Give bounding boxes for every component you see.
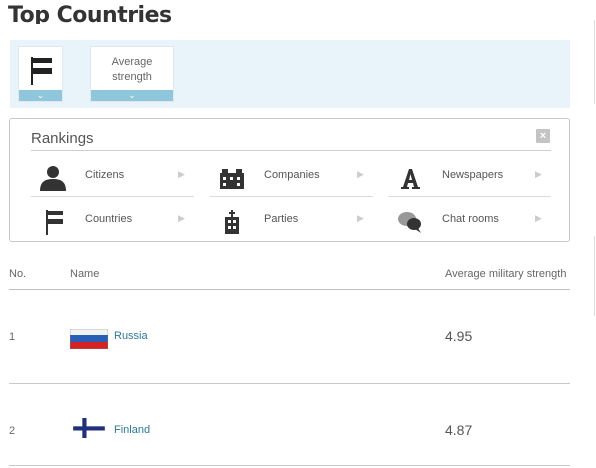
rankings-item-label: Companies: [264, 169, 320, 181]
column-header-value[interactable]: Average military strength: [445, 268, 566, 280]
rankings-item-chat-rooms[interactable]: Chat rooms ▶: [388, 201, 551, 241]
russia-flag-icon: [70, 329, 108, 349]
rankings-item-newspapers[interactable]: Newspapers ▶: [388, 157, 551, 197]
rankings-item-label: Countries: [85, 213, 133, 225]
metric-filter-dropdown[interactable]: Average strength ⌄: [90, 46, 174, 102]
flag-icon: [46, 210, 63, 235]
row-rank: 1: [9, 331, 16, 343]
country-link[interactable]: Finland: [114, 424, 150, 436]
newspaper-icon: [401, 169, 420, 189]
arrow-right-icon: ▶: [357, 169, 364, 179]
rankings-item-label: Newspapers: [442, 169, 504, 181]
divider: [31, 150, 551, 151]
divider: [9, 289, 570, 290]
column-header-no: No.: [9, 268, 27, 280]
country-link[interactable]: Russia: [114, 330, 148, 342]
side-divider: [594, 236, 595, 316]
row-rank: 2: [9, 425, 16, 437]
rankings-title: Rankings: [31, 130, 94, 147]
rankings-item-label: Parties: [264, 213, 299, 225]
finland-flag-icon: [73, 418, 105, 438]
divider: [31, 196, 194, 197]
arrow-right-icon: ▶: [357, 213, 364, 223]
flag-icon: [31, 57, 52, 85]
column-header-name: Name: [70, 268, 100, 280]
close-icon[interactable]: ×: [536, 129, 550, 143]
arrow-right-icon: ▶: [535, 169, 542, 179]
parties-icon: [225, 210, 239, 234]
page-title: Top Countries: [8, 3, 172, 24]
divider: [210, 196, 373, 197]
country-filter-dropdown[interactable]: ⌄: [18, 46, 63, 102]
row-value: 4.87: [445, 422, 473, 438]
chevron-down-icon: ⌄: [91, 90, 173, 101]
rankings-item-parties[interactable]: Parties ▶: [210, 201, 373, 241]
rankings-item-companies[interactable]: Companies ▶: [210, 157, 373, 197]
filter-bar: ⌄ Average strength ⌄: [10, 40, 570, 108]
arrow-right-icon: ▶: [178, 169, 185, 179]
metric-filter-label: Average strength: [111, 56, 153, 83]
divider: [388, 196, 551, 197]
rankings-item-citizens[interactable]: Citizens ▶: [31, 157, 194, 197]
rankings-item-label: Chat rooms: [442, 213, 499, 225]
chat-icon: [398, 212, 421, 233]
companies-icon: [220, 169, 244, 189]
citizen-icon: [40, 166, 66, 191]
divider: [9, 383, 570, 384]
arrow-right-icon: ▶: [178, 213, 185, 223]
chevron-down-icon: ⌄: [19, 90, 62, 101]
arrow-right-icon: ▶: [535, 213, 542, 223]
row-value: 4.95: [445, 328, 473, 344]
rankings-item-countries[interactable]: Countries ▶: [31, 201, 194, 241]
rankings-panel: Rankings × Citizens ▶ Companies ▶ Newspa…: [9, 118, 570, 242]
side-divider: [594, 20, 595, 104]
divider: [9, 465, 570, 466]
rankings-item-label: Citizens: [85, 169, 125, 181]
